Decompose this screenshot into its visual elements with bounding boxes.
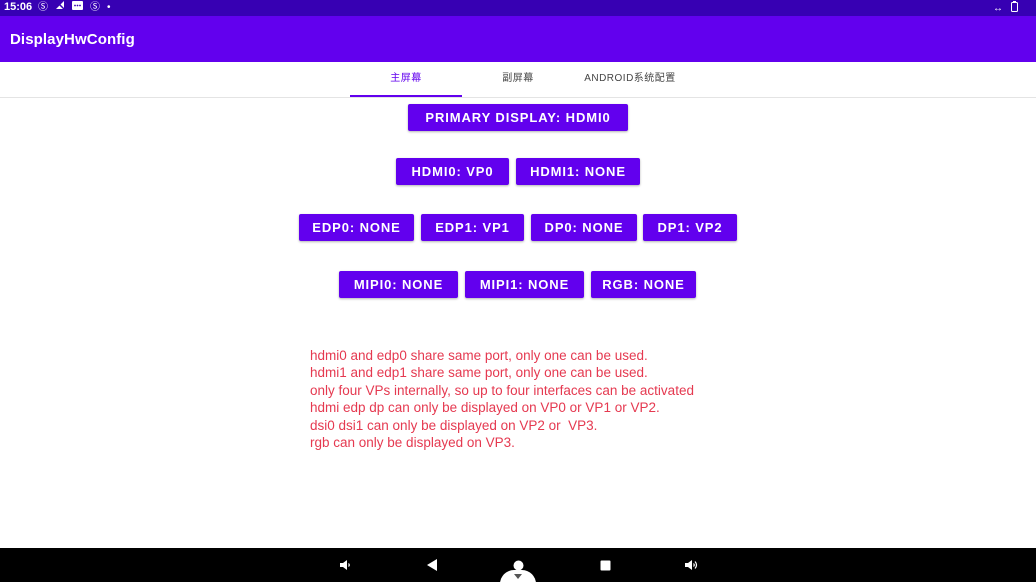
note-line: hdmi edp dp can only be displayed on VP0… [310,400,660,416]
recents-icon[interactable] [597,548,613,582]
battery-icon [1011,1,1018,15]
note-line: only four VPs internally, so up to four … [310,382,694,398]
status-notification-icons: Ⓢ Ⓢ • [38,0,111,16]
mipi0-button[interactable]: MIPI0: NONE [339,271,458,298]
note-line: dsi0 dsi1 can only be displayed on VP2 o… [310,417,598,433]
mipi1-button[interactable]: MIPI1: NONE [465,271,584,298]
primary-display-button[interactable]: PRIMARY DISPLAY: HDMI0 [408,104,628,131]
dot-icon: • [107,2,111,13]
tab-android-config[interactable]: ANDROID系统配置 [574,62,686,97]
note-line: hdmi0 and edp0 share same port, only one… [310,348,648,363]
tab-secondary-screen[interactable]: 副屏幕 [462,62,574,97]
notes-text-block: hdmi0 and edp0 share same port, only one… [310,347,910,451]
message-icon [72,0,83,16]
signal-off-icon [55,0,65,16]
hdmi0-button[interactable]: HDMI0: VP0 [396,158,509,185]
status-system-icons: ↔ [993,0,1018,16]
sim-icon: Ⓢ [90,2,100,13]
tab-indicator [350,95,462,97]
hdmi1-button[interactable]: HDMI1: NONE [516,158,640,185]
edp1-button[interactable]: EDP1: VP1 [421,214,524,241]
tab-bar: 主屏幕 副屏幕 ANDROID系统配置 [0,62,1036,98]
rgb-button[interactable]: RGB: NONE [591,271,696,298]
dp0-button[interactable]: DP0: NONE [531,214,637,241]
volume-down-icon[interactable] [336,548,354,582]
status-time: 15:06 [4,1,33,13]
back-icon[interactable] [424,548,440,582]
tab-primary-screen[interactable]: 主屏幕 [350,62,462,97]
note-line: rgb can only be displayed on VP3. [310,435,515,451]
status-bar: 15:06 Ⓢ Ⓢ • ↔ [0,0,1036,16]
app-bar: DisplayHwConfig [0,16,1036,62]
dp1-button[interactable]: DP1: VP2 [643,214,737,241]
chevron-down-icon [514,574,522,579]
volume-up-icon[interactable] [682,548,700,582]
app-title: DisplayHwConfig [10,31,135,48]
sim-icon: Ⓢ [38,2,48,13]
data-arrows-icon: ↔ [993,2,1003,14]
edp0-button[interactable]: EDP0: NONE [299,214,414,241]
note-line: hdmi1 and edp1 share same port, only one… [310,365,648,381]
